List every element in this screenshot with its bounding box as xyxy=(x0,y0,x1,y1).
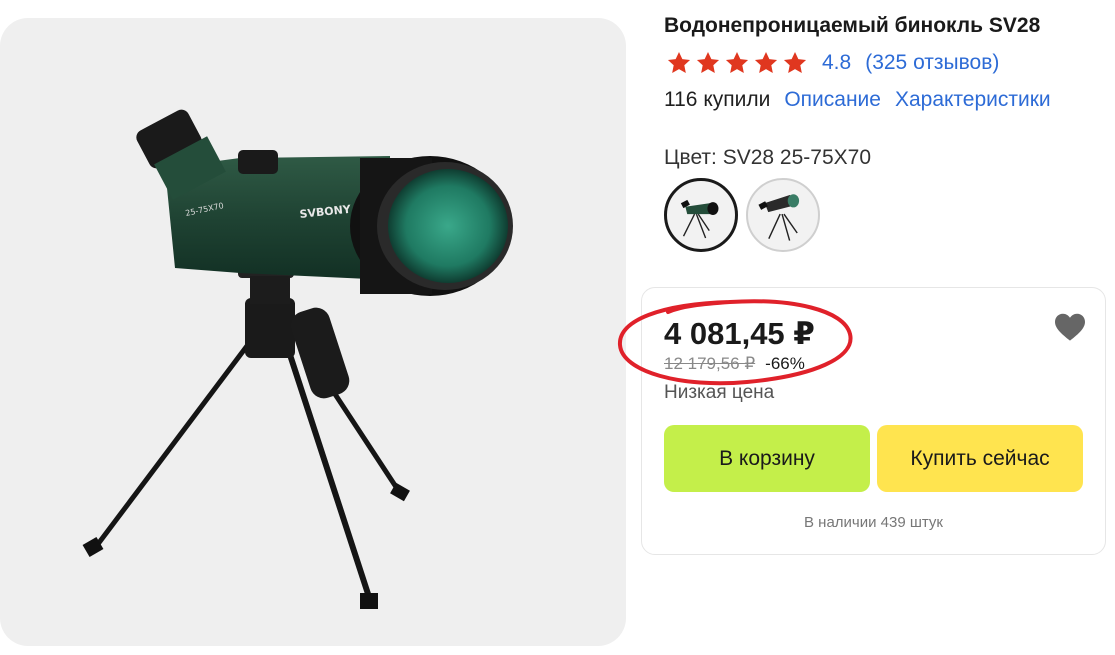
current-price: 4 081,45 ₽ xyxy=(664,316,815,351)
rating-stars xyxy=(666,50,808,76)
color-label: Цвет: SV28 25-75X70 xyxy=(664,146,872,169)
price-card: 4 081,45 ₽ 12 179,56 ₽ -66% Низкая цена … xyxy=(641,287,1106,555)
stock-status: В наличии 439 штук xyxy=(804,514,943,531)
color-swatch[interactable] xyxy=(746,178,820,252)
color-swatch-selected[interactable] xyxy=(664,178,738,252)
heart-icon[interactable] xyxy=(1053,312,1087,342)
color-swatches xyxy=(664,178,820,252)
buy-now-button[interactable]: Купить сейчас xyxy=(877,425,1083,492)
swatch-scope-thumbnail xyxy=(758,194,800,241)
purchases-count: 116 купили xyxy=(664,88,771,111)
old-price: 12 179,56 ₽ xyxy=(664,354,756,373)
star-icon xyxy=(754,51,778,73)
old-price-row: 12 179,56 ₽ -66% xyxy=(664,354,805,374)
star-icon xyxy=(667,51,691,73)
star-icon xyxy=(696,51,720,73)
product-title: Водонепроницаемый бинокль SV28 xyxy=(664,14,1041,37)
reviews-link[interactable]: (325 отзывов) xyxy=(865,51,999,75)
spotting-scope-image: SVBONY 25-75X70 xyxy=(82,109,513,609)
product-image[interactable]: SVBONY 25-75X70 xyxy=(0,18,626,646)
star-icon xyxy=(725,51,749,73)
add-to-cart-button[interactable]: В корзину xyxy=(664,425,870,492)
rating-row: 4.8 (325 отзывов) xyxy=(666,50,999,76)
star-icon xyxy=(783,51,807,73)
description-link[interactable]: Описание xyxy=(784,88,881,112)
discount-badge: -66% xyxy=(765,354,805,373)
meta-row: 116 купили Описание Характеристики xyxy=(664,88,1051,112)
swatch-scope-thumbnail xyxy=(680,199,719,239)
low-price-tag: Низкая цена xyxy=(664,382,775,403)
specifications-link[interactable]: Характеристики xyxy=(895,88,1051,112)
rating-value: 4.8 xyxy=(822,51,852,74)
